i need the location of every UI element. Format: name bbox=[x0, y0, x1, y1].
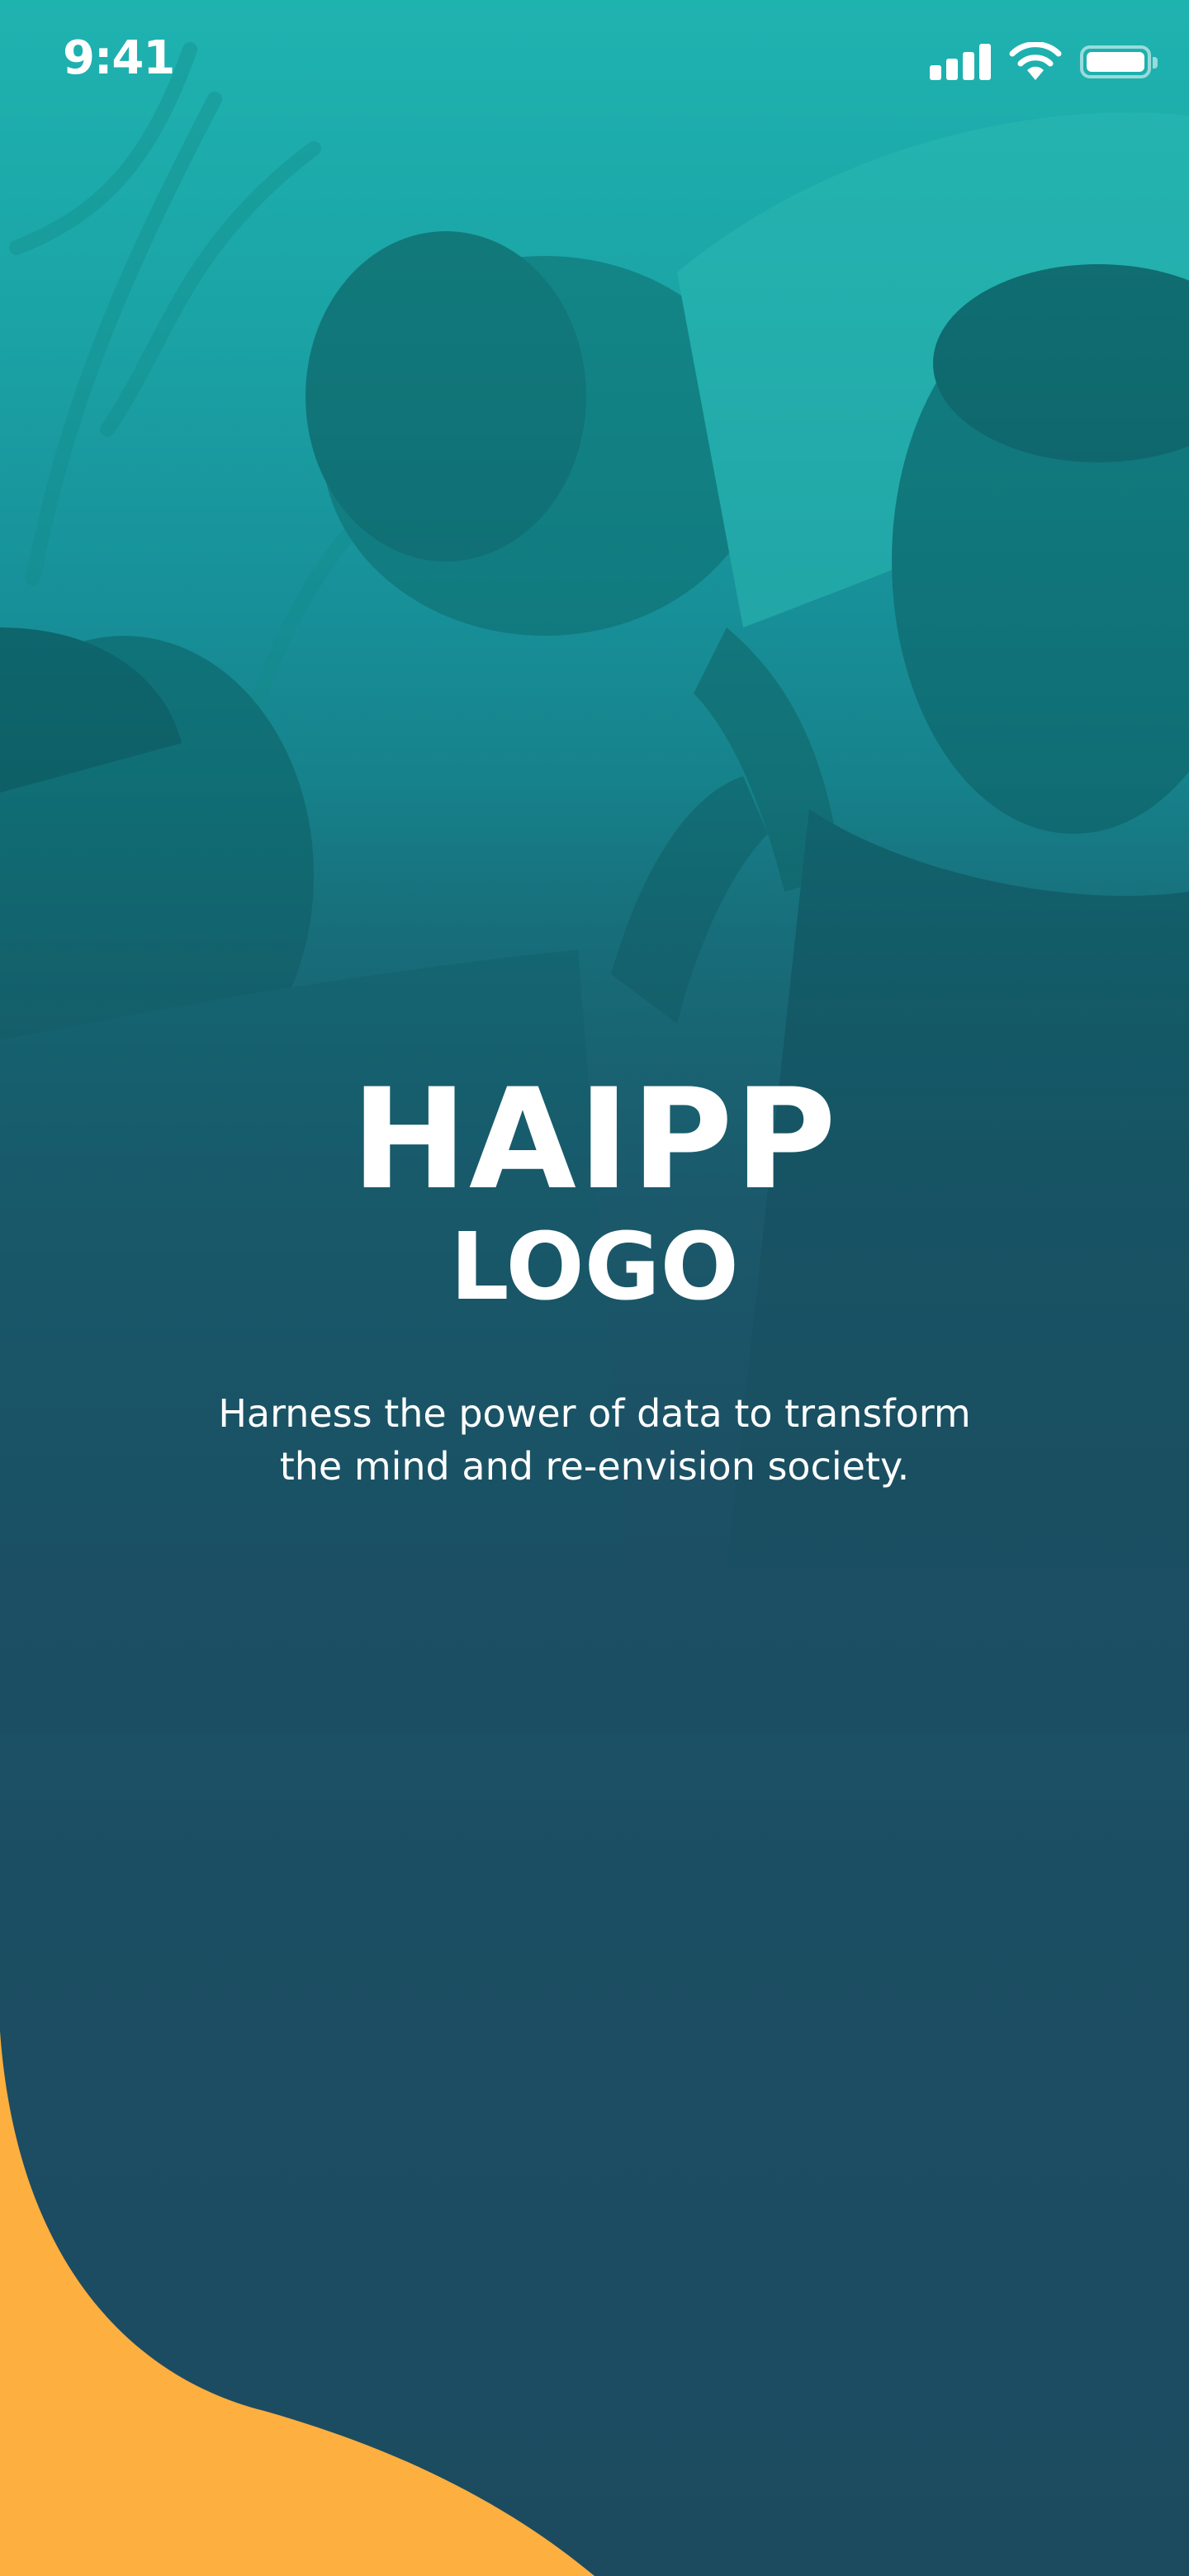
tagline-line-2: the mind and re-envision society. bbox=[279, 1444, 910, 1489]
cellular-signal-icon bbox=[930, 44, 991, 80]
orange-wave-decoration bbox=[0, 2031, 594, 2576]
app-logo: HAIPP LOGO bbox=[0, 1065, 1189, 1321]
status-bar: 9:41 bbox=[0, 0, 1189, 124]
wifi-icon bbox=[1009, 42, 1062, 80]
status-icons bbox=[930, 41, 1158, 83]
tagline: Harness the power of data to transform t… bbox=[165, 1387, 1024, 1493]
splash-screen: 9:41 HAIPP LOGO Harness the power of dat… bbox=[0, 0, 1189, 2576]
battery-icon bbox=[1080, 45, 1158, 78]
status-time: 9:41 bbox=[63, 31, 175, 85]
logo-title: HAIPP bbox=[351, 1058, 838, 1220]
tagline-line-1: Harness the power of data to transform bbox=[218, 1391, 971, 1436]
logo-subtitle: LOGO bbox=[450, 1214, 739, 1321]
